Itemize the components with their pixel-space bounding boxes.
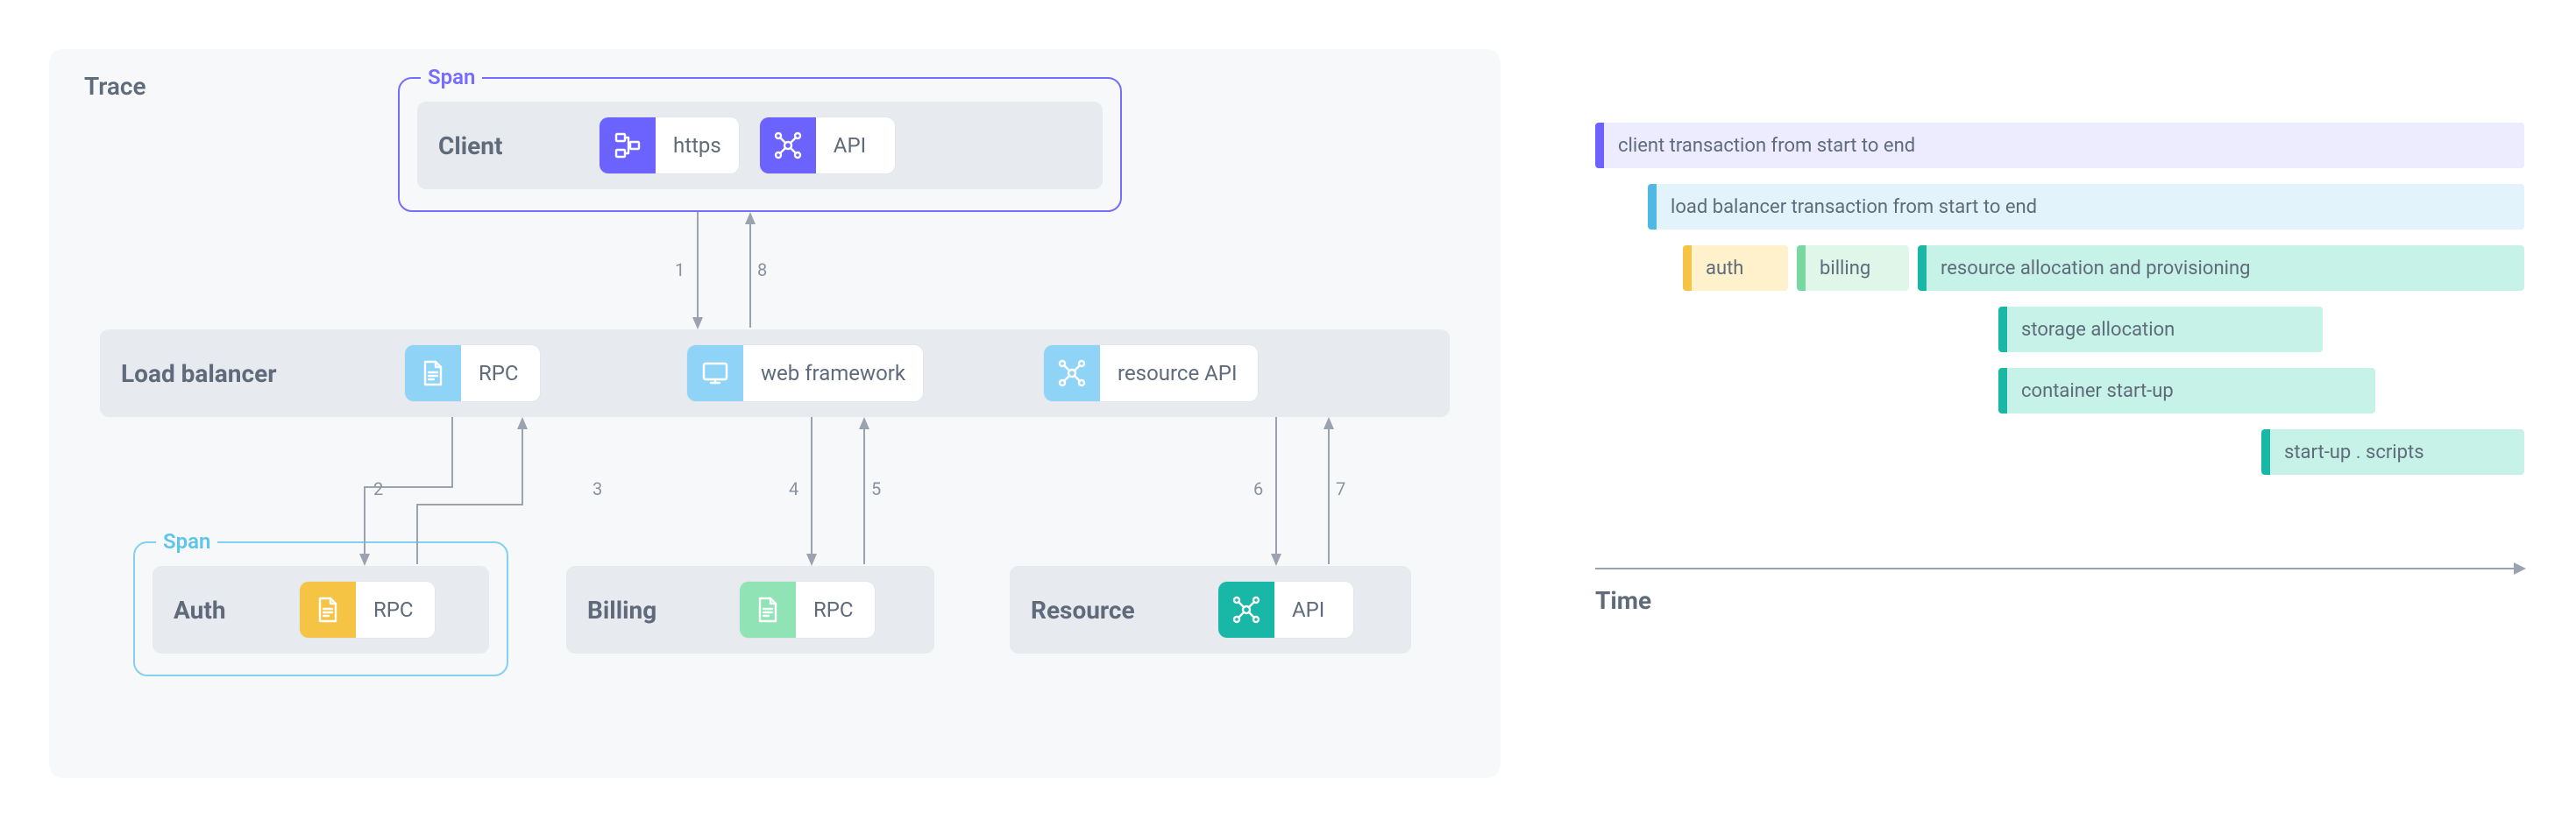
service-loadbalancer: Load balancer RPC web framework resource… xyxy=(100,329,1450,417)
badge-text: resource API xyxy=(1100,345,1258,401)
arrow-num: 1 xyxy=(675,259,685,280)
timeline-label: load balancer transaction from start to … xyxy=(1657,196,2524,218)
timeline-bar-resource: resource allocation and provisioning xyxy=(1918,245,2524,291)
service-label: Load balancer xyxy=(121,359,384,388)
timeline-bar-container: container start-up xyxy=(1998,368,2375,414)
span-label: Span xyxy=(156,529,217,554)
badge-resource-api: API xyxy=(1218,582,1353,638)
timeline-label: storage allocation xyxy=(2007,319,2323,341)
timeline-label: container start-up xyxy=(2007,380,2375,402)
badge-client-api: API xyxy=(760,117,895,173)
service-label: Billing xyxy=(587,596,719,625)
arrow-num: 7 xyxy=(1336,478,1345,499)
network-icon xyxy=(760,117,816,173)
badge-text: https xyxy=(656,117,739,173)
badge-auth-rpc: RPC xyxy=(300,582,435,638)
badge-lb-web: web framework xyxy=(687,345,923,401)
network-icon xyxy=(1044,345,1100,401)
service-auth: Auth RPC xyxy=(153,566,489,654)
timeline-label: start-up . scripts xyxy=(2270,442,2524,463)
monitor-icon xyxy=(687,345,743,401)
network-icon xyxy=(1218,582,1274,638)
badge-text: RPC xyxy=(461,345,540,401)
badge-lb-resource: resource API xyxy=(1044,345,1258,401)
arrow-num: 2 xyxy=(373,478,383,499)
service-label: Resource xyxy=(1031,596,1197,625)
sitemap-icon xyxy=(600,117,656,173)
span-label: Span xyxy=(421,65,482,89)
service-label: Auth xyxy=(174,596,279,625)
timeline-label: resource allocation and provisioning xyxy=(1927,258,2524,279)
badge-billing-rpc: RPC xyxy=(740,582,875,638)
timeline-bar-lb: load balancer transaction from start to … xyxy=(1648,184,2524,230)
file-icon xyxy=(300,582,356,638)
service-resource: Resource API xyxy=(1010,566,1411,654)
arrow-num: 8 xyxy=(757,259,767,280)
service-billing: Billing RPC xyxy=(566,566,934,654)
time-axis xyxy=(1595,568,2524,569)
badge-text: API xyxy=(1274,582,1353,638)
timeline-label: auth xyxy=(1692,258,1788,279)
service-client: Client https API xyxy=(417,102,1103,189)
timeline-bar-client: client transaction from start to end xyxy=(1595,123,2524,168)
badge-text: web framework xyxy=(743,345,923,401)
badge-lb-rpc: RPC xyxy=(405,345,540,401)
arrow-num: 3 xyxy=(593,478,602,499)
time-axis-label: Time xyxy=(1595,586,1651,615)
timeline-label: client transaction from start to end xyxy=(1604,135,2524,157)
timeline-panel: client transaction from start to end loa… xyxy=(1595,123,2524,753)
timeline-bar-billing: billing xyxy=(1797,245,1909,291)
timeline-bar-storage: storage allocation xyxy=(1998,307,2323,352)
badge-text: API xyxy=(816,117,895,173)
timeline-bar-scripts: start-up . scripts xyxy=(2261,429,2524,475)
trace-panel: Trace Span Client https API Load balance… xyxy=(49,49,1501,778)
timeline-bar-auth: auth xyxy=(1683,245,1788,291)
badge-client-https: https xyxy=(600,117,739,173)
timeline-label: billing xyxy=(1806,258,1909,279)
badge-text: RPC xyxy=(356,582,435,638)
arrow-num: 6 xyxy=(1253,478,1263,499)
arrow-num: 4 xyxy=(789,478,798,499)
service-label: Client xyxy=(438,131,578,160)
trace-title: Trace xyxy=(84,72,146,101)
arrow-num: 5 xyxy=(871,478,881,499)
badge-text: RPC xyxy=(796,582,875,638)
file-icon xyxy=(740,582,796,638)
file-icon xyxy=(405,345,461,401)
